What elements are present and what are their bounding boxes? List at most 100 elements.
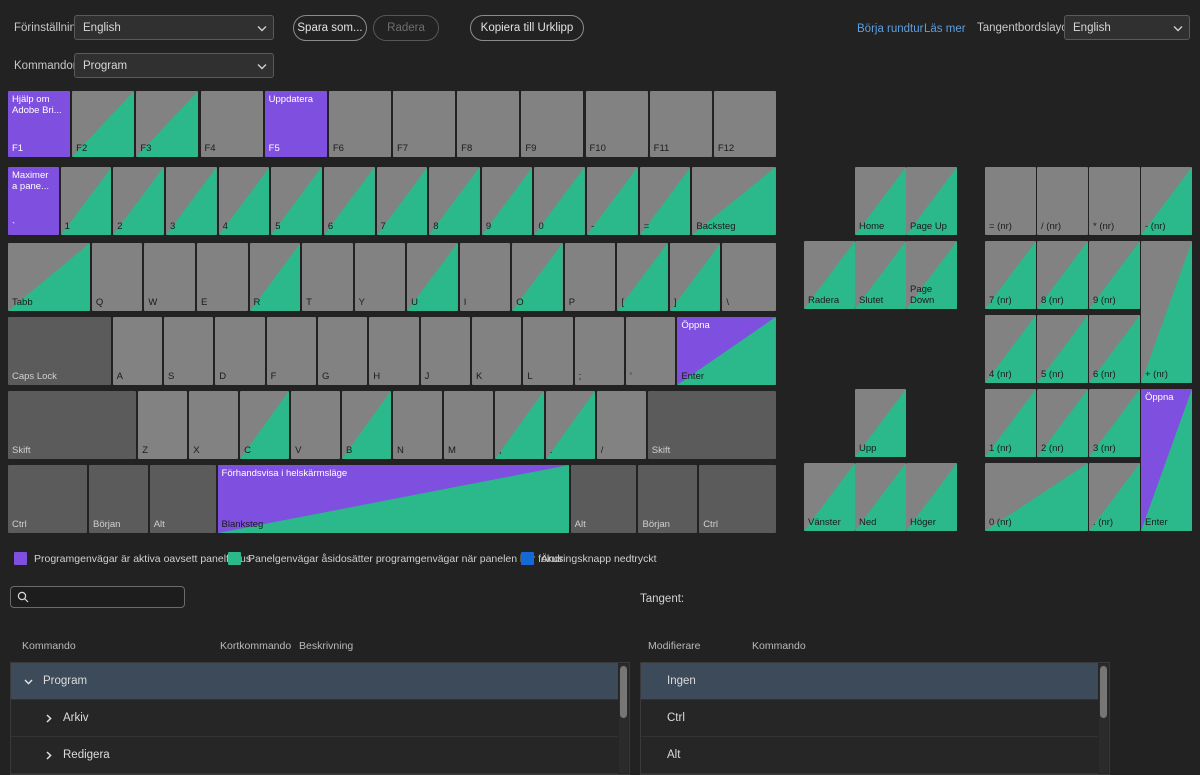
- key-d[interactable]: D: [215, 317, 265, 385]
- preset-select[interactable]: English: [74, 15, 274, 40]
- key-6-nr[interactable]: 6 (nr): [1089, 315, 1140, 383]
- copy-to-clipboard-button[interactable]: Kopiera till Urklipp: [470, 15, 584, 41]
- key-9[interactable]: 9: [481, 167, 533, 235]
- key-enter[interactable]: Öppna Enter: [677, 317, 776, 385]
- key-z[interactable]: Z: [138, 391, 188, 459]
- chevron-right-icon[interactable]: [43, 750, 54, 761]
- key-k[interactable]: K: [471, 317, 522, 385]
- search-box[interactable]: [10, 586, 185, 608]
- list-item[interactable]: Alt: [641, 737, 1098, 774]
- key-n[interactable]: N: [393, 391, 442, 459]
- key-1[interactable]: 1: [60, 167, 112, 235]
- key-f8[interactable]: F8: [457, 91, 520, 157]
- left-col-header[interactable]: Beskrivning: [299, 640, 353, 652]
- right-scrollbar-thumb[interactable]: [1100, 666, 1107, 718]
- key-[interactable]: ]: [669, 243, 721, 311]
- key-2[interactable]: 2: [113, 167, 164, 235]
- key-5[interactable]: 5: [271, 167, 322, 235]
- key-f11[interactable]: F11: [649, 91, 712, 157]
- key-3[interactable]: 3: [165, 167, 217, 235]
- key-ctrl[interactable]: Ctrl: [8, 465, 87, 533]
- key-f[interactable]: F: [266, 317, 316, 385]
- key-alt[interactable]: Alt: [149, 465, 216, 533]
- key-f7[interactable]: F7: [393, 91, 456, 157]
- key-f9[interactable]: F9: [521, 91, 584, 157]
- key-f4[interactable]: F4: [200, 91, 263, 157]
- left-scrollbar-thumb[interactable]: [620, 666, 627, 718]
- key-f2[interactable]: F2: [72, 91, 135, 157]
- key-f5[interactable]: Uppdatera F5: [264, 91, 327, 157]
- key-nr[interactable]: / (nr): [1037, 167, 1088, 235]
- key-home[interactable]: Home: [855, 167, 906, 235]
- key-page-down[interactable]: Page Down: [906, 241, 957, 309]
- key-[interactable]: ;: [574, 317, 624, 385]
- key-a[interactable]: A: [112, 317, 162, 385]
- key-b[interactable]: B: [342, 391, 391, 459]
- key-[interactable]: -: [587, 167, 638, 235]
- key-[interactable]: ,: [494, 391, 544, 459]
- key-h[interactable]: H: [369, 317, 419, 385]
- key-nr[interactable]: * (nr): [1089, 167, 1140, 235]
- key-b-rjan[interactable]: Början: [638, 465, 698, 533]
- table-row[interactable]: Arkiv: [11, 700, 618, 737]
- key-nr[interactable]: . (nr): [1089, 463, 1140, 531]
- key-y[interactable]: Y: [354, 243, 406, 311]
- key-nr[interactable]: = (nr): [985, 167, 1036, 235]
- table-row[interactable]: Program: [11, 663, 618, 700]
- key-7-nr[interactable]: 7 (nr): [985, 241, 1036, 309]
- save-as-button[interactable]: Spara som...: [293, 15, 367, 41]
- keyboard-layout-select[interactable]: English: [1064, 15, 1190, 40]
- key-[interactable]: /: [596, 391, 646, 459]
- key-t[interactable]: T: [302, 243, 353, 311]
- key-alt[interactable]: Alt: [570, 465, 637, 533]
- key-7[interactable]: 7: [376, 167, 428, 235]
- key-o[interactable]: O: [512, 243, 563, 311]
- key-5-nr[interactable]: 5 (nr): [1037, 315, 1088, 383]
- key-f1[interactable]: Hjälp om Adobe Bri... F1: [8, 91, 71, 157]
- key-3-nr[interactable]: 3 (nr): [1089, 389, 1140, 457]
- key-nr[interactable]: + (nr): [1141, 241, 1192, 383]
- chevron-down-icon[interactable]: [23, 676, 34, 687]
- key-page-up[interactable]: Page Up: [906, 167, 957, 235]
- list-item[interactable]: Ctrl: [641, 700, 1098, 737]
- start-tour-link[interactable]: Börja rundtur: [857, 23, 923, 35]
- key-q[interactable]: Q: [91, 243, 143, 311]
- key-2-nr[interactable]: 2 (nr): [1037, 389, 1088, 457]
- key-[interactable]: ': [625, 317, 676, 385]
- right-col-header[interactable]: Kommando: [752, 640, 806, 652]
- search-input[interactable]: [34, 591, 174, 603]
- chevron-right-icon[interactable]: [43, 713, 54, 724]
- key-f3[interactable]: F3: [136, 91, 199, 157]
- key-1-nr[interactable]: 1 (nr): [985, 389, 1036, 457]
- key-r[interactable]: R: [249, 243, 301, 311]
- key-0-nr[interactable]: 0 (nr): [985, 463, 1088, 531]
- learn-more-link[interactable]: Läs mer: [924, 23, 966, 35]
- key-8[interactable]: 8: [429, 167, 480, 235]
- key-f12[interactable]: F12: [713, 91, 776, 157]
- key-m[interactable]: M: [443, 391, 493, 459]
- key-s[interactable]: S: [163, 317, 214, 385]
- left-col-header[interactable]: Kortkommando: [220, 640, 291, 652]
- key-p[interactable]: P: [564, 243, 616, 311]
- key-slutet[interactable]: Slutet: [855, 241, 906, 309]
- key-radera[interactable]: Radera: [804, 241, 855, 309]
- right-col-header[interactable]: Modifierare: [648, 640, 701, 652]
- table-row[interactable]: Redigera: [11, 737, 618, 774]
- key-v[interactable]: V: [291, 391, 341, 459]
- key-g[interactable]: G: [317, 317, 368, 385]
- key-[interactable]: \: [722, 243, 776, 311]
- key-ned[interactable]: Ned: [855, 463, 906, 531]
- key-l[interactable]: L: [523, 317, 573, 385]
- key-f10[interactable]: F10: [585, 91, 648, 157]
- key-upp[interactable]: Upp: [855, 389, 906, 457]
- left-col-header[interactable]: Kommando: [22, 640, 76, 652]
- key-[interactable]: =: [639, 167, 691, 235]
- key-b-rjan[interactable]: Början: [89, 465, 148, 533]
- key-i[interactable]: I: [459, 243, 511, 311]
- key-x[interactable]: X: [189, 391, 239, 459]
- key-blanksteg[interactable]: Förhandsvisa i helskärmsläge Blanksteg: [217, 465, 569, 533]
- list-item[interactable]: Ingen: [641, 663, 1098, 700]
- key-[interactable]: Maximer a pane... `: [8, 167, 59, 235]
- key-9-nr[interactable]: 9 (nr): [1089, 241, 1140, 309]
- key-backsteg[interactable]: Backsteg: [692, 167, 776, 235]
